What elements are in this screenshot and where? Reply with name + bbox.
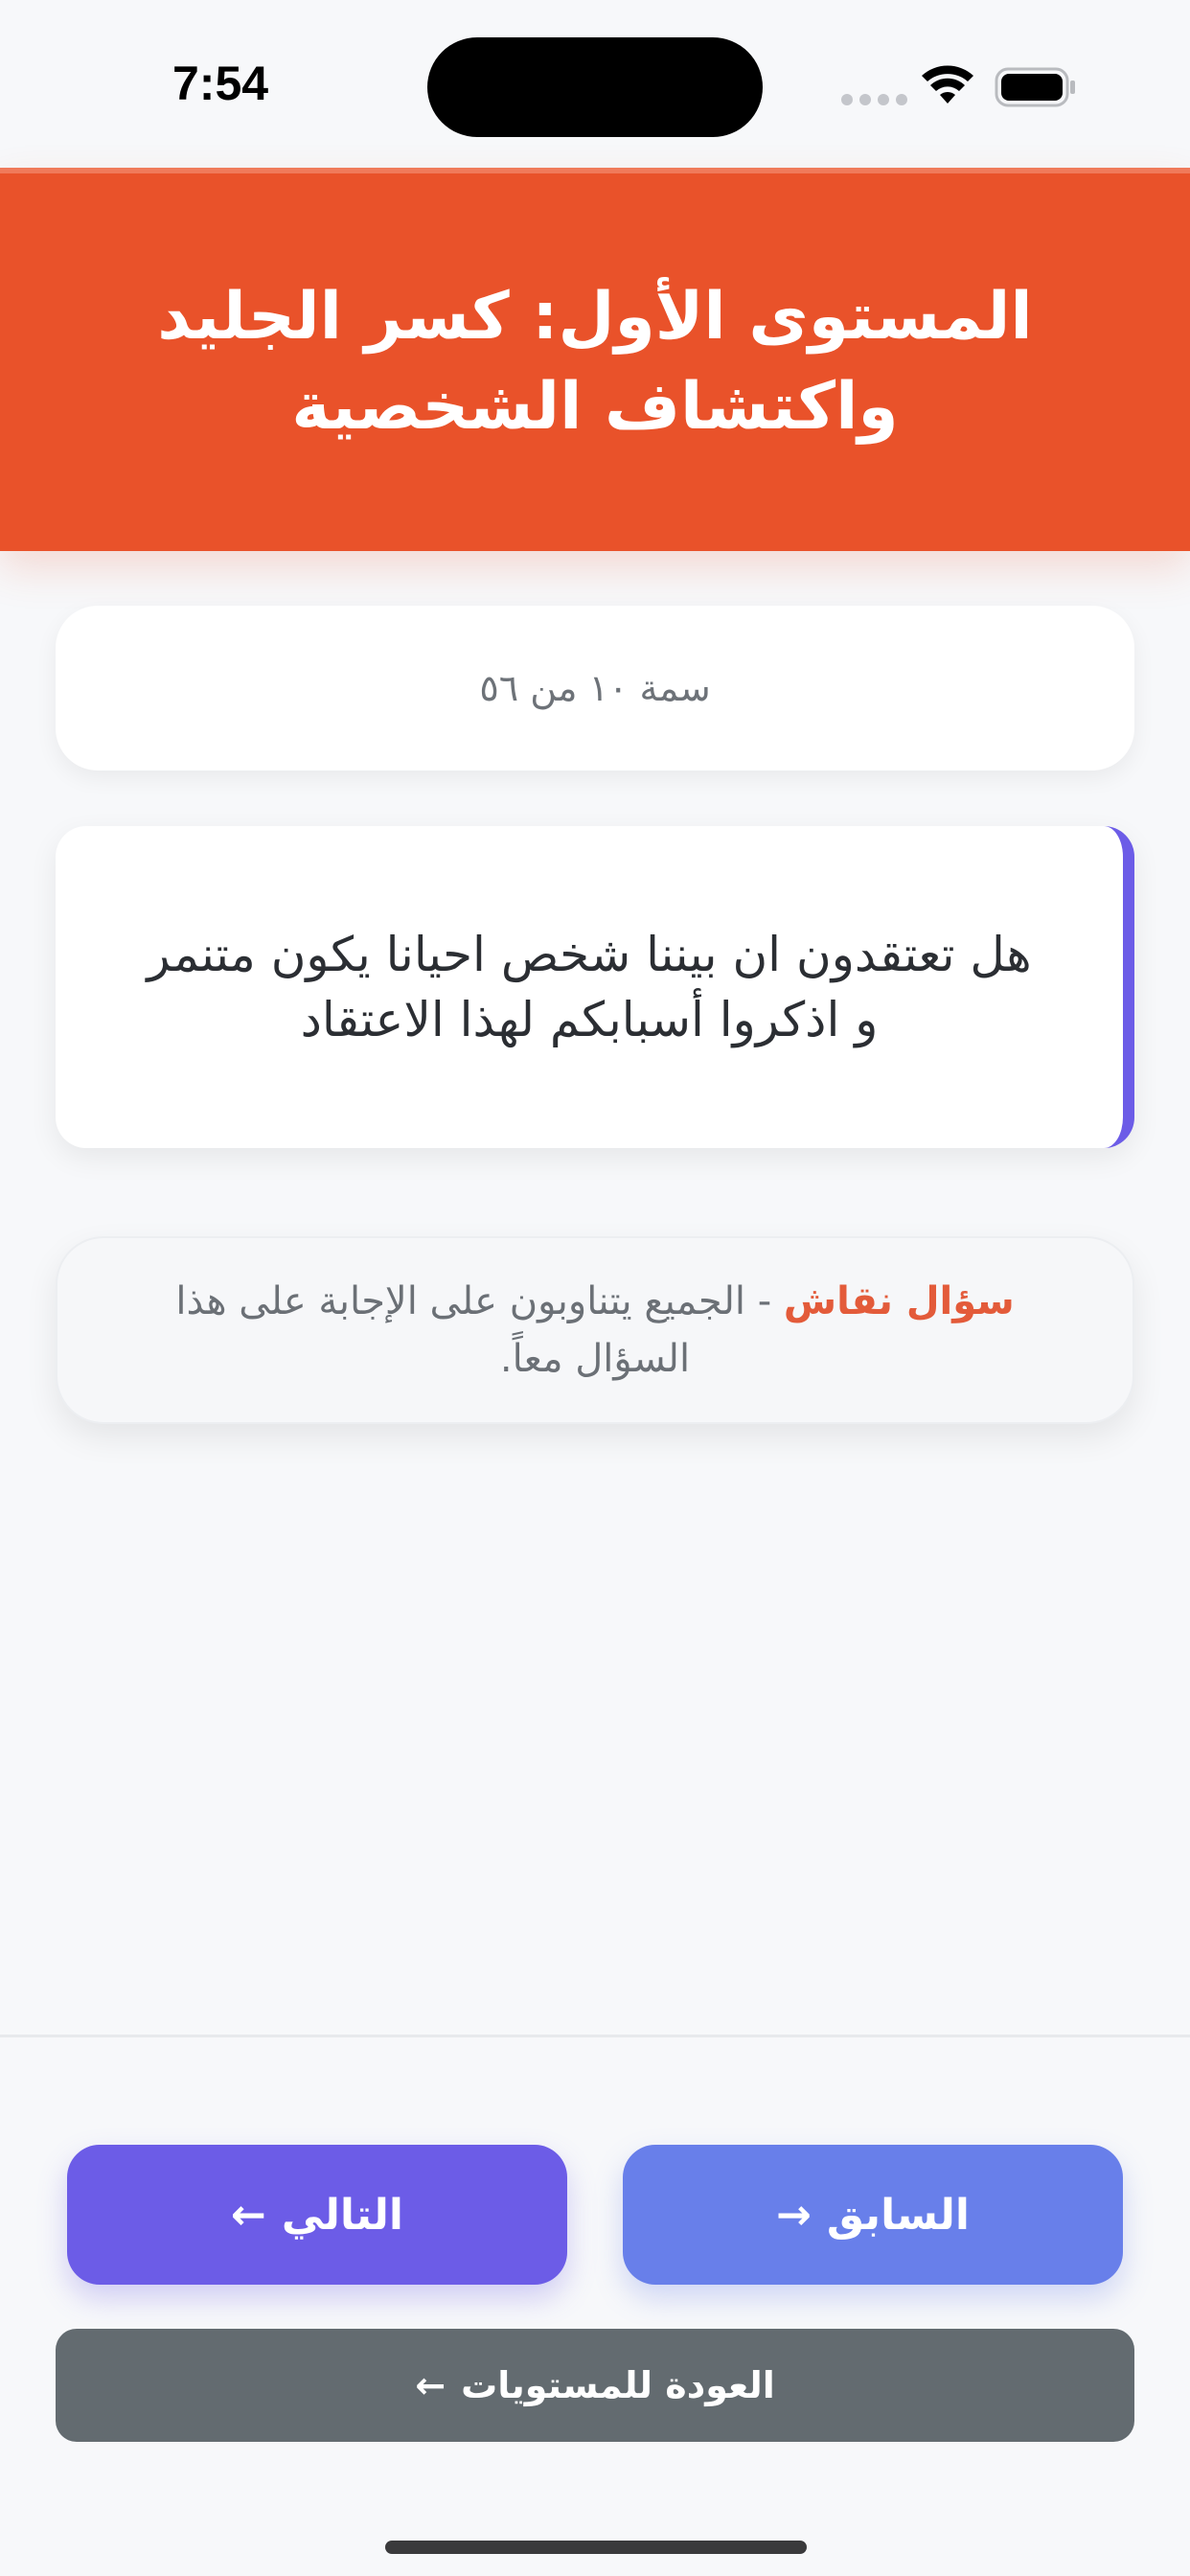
hint-body: الجميع يتناوبون على الإجابة على هذا السؤ…	[175, 1279, 745, 1381]
battery-icon	[995, 67, 1075, 107]
screen: 7:54 المستوى الأول: كسر الجليد واكتشاف ا…	[0, 0, 1190, 2576]
back-button-label: العودة للمستويات	[461, 2364, 775, 2406]
wifi-icon	[922, 65, 973, 104]
arrow-left-icon: ←	[231, 2190, 266, 2240]
back-to-levels-button[interactable]: العودة للمستويات ←	[56, 2329, 1134, 2442]
hint-card: سؤال نقاش - الجميع يتناوبون على الإجابة …	[56, 1236, 1134, 1424]
dynamic-island	[427, 37, 763, 137]
question-card: هل تعتقدون ان بيننا شخص احيانا يكون متنم…	[56, 826, 1134, 1148]
previous-button-label: السابق	[826, 2190, 970, 2240]
trait-counter-card: سمة ١٠ من ٥٦	[56, 606, 1134, 770]
question-text: هل تعتقدون ان بيننا شخص احيانا يكون متنم…	[147, 927, 1032, 1047]
next-button[interactable]: التالي ←	[67, 2145, 567, 2285]
level-header: المستوى الأول: كسر الجليد واكتشاف الشخصي…	[0, 168, 1190, 551]
arrow-right-icon: →	[776, 2190, 812, 2240]
cellular-signal-icon	[841, 94, 907, 105]
hint-separator: -	[745, 1279, 784, 1323]
footer-divider	[0, 2035, 1190, 2037]
previous-button[interactable]: السابق →	[623, 2145, 1123, 2285]
trait-counter: سمة ١٠ من ٥٦	[479, 667, 711, 709]
home-indicator[interactable]	[385, 2541, 807, 2554]
hint-text: سؤال نقاش - الجميع يتناوبون على الإجابة …	[115, 1273, 1075, 1388]
page-title: المستوى الأول: كسر الجليد واكتشاف الشخصي…	[157, 279, 1033, 445]
status-bar: 7:54	[0, 0, 1190, 168]
next-button-label: التالي	[281, 2190, 403, 2240]
back-arrow-icon: ←	[415, 2364, 446, 2406]
status-time: 7:54	[172, 57, 269, 110]
hint-title: سؤال نقاش	[783, 1279, 1015, 1323]
